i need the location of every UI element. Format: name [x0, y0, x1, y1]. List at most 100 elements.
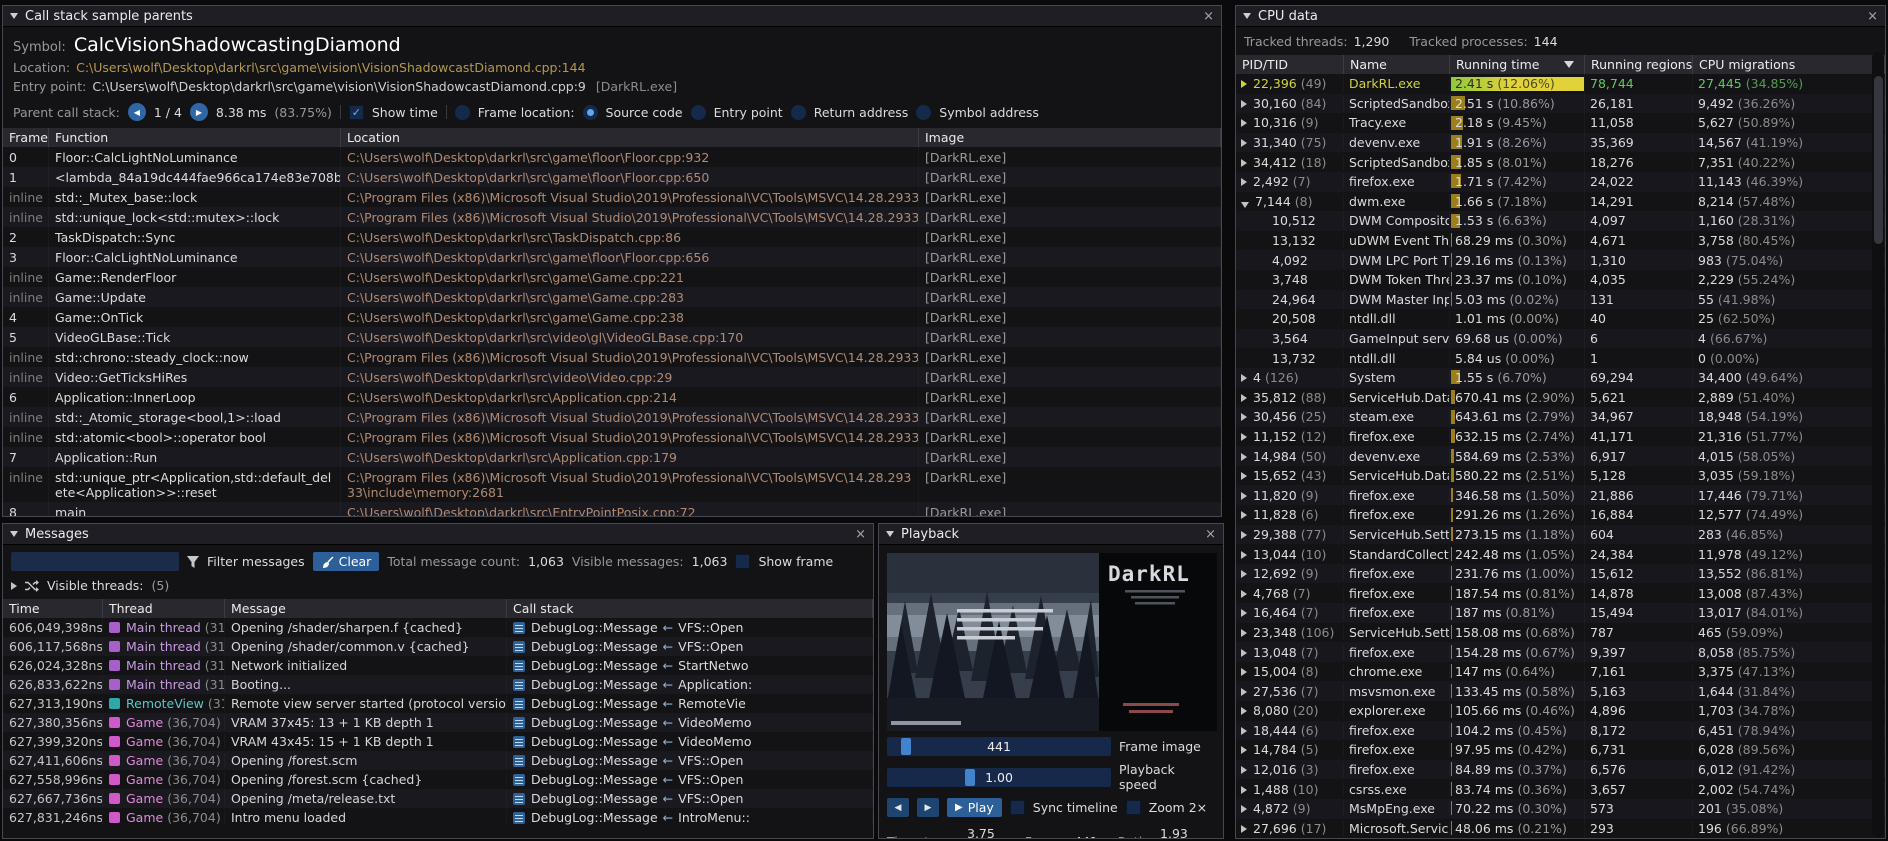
close-icon[interactable]: × — [855, 528, 866, 541]
message-row[interactable]: 627,558,996nsGame(36,704)Opening /forest… — [3, 770, 873, 789]
callstack-cell[interactable]: DebugLog::Message←VFS::Open — [507, 753, 873, 768]
expand-arrow-icon[interactable] — [1241, 727, 1247, 735]
callstack-cell[interactable]: DebugLog::Message←VFS::Open — [507, 639, 873, 654]
cpu-row[interactable]: 30,160(84)ScriptedSandbox64.exe2.51 s(10… — [1236, 94, 1885, 114]
expand-arrow-icon[interactable] — [1241, 531, 1247, 539]
col-pid-tid[interactable]: PID/TID — [1236, 55, 1344, 74]
entry-point-path[interactable]: C:\Users\wolf\Desktop\darkrl\src\game\vi… — [92, 79, 586, 94]
cpu-row[interactable]: 10,316(9)Tracy.exe2.18 s(9.45%)11,0585,6… — [1236, 113, 1885, 133]
expand-arrow-icon[interactable] — [1241, 707, 1247, 715]
filter-input[interactable] — [11, 552, 179, 571]
radio-entry-point[interactable] — [691, 105, 706, 120]
cpu-row[interactable]: 12,692(9)firefox.exe231.76 ms(1.00%)15,6… — [1236, 564, 1885, 584]
expand-arrow-icon[interactable] — [1241, 746, 1247, 754]
collapse-icon[interactable] — [10, 531, 18, 537]
callstack-row[interactable]: inlinestd::atomic<bool>::operator boolC:… — [3, 427, 1221, 447]
expand-arrow-icon[interactable] — [1241, 786, 1247, 794]
expand-arrow-icon[interactable] — [1241, 119, 1247, 127]
expand-arrow-icon[interactable] — [1241, 570, 1247, 578]
cpu-row[interactable]: 24,964DWM Master Input Thread5.03 ms(0.0… — [1236, 290, 1885, 310]
cpu-row[interactable]: 3,564GameInput server69.68 us(0.00%)64(6… — [1236, 329, 1885, 349]
expand-arrow-icon[interactable] — [1241, 100, 1247, 108]
callstack-row[interactable]: inlineGame::UpdateC:\Users\wolf\Desktop\… — [3, 287, 1221, 307]
expand-arrow-icon[interactable] — [1241, 825, 1247, 833]
radio-return-address[interactable] — [791, 105, 806, 120]
callstack-row[interactable]: inlineVideo::GetTicksHiResC:\Users\wolf\… — [3, 367, 1221, 387]
expand-arrow-icon[interactable] — [1241, 159, 1247, 167]
col-function[interactable]: Function — [49, 128, 341, 147]
cpu-row[interactable]: 35,812(88)ServiceHub.DataWarehou670.41 m… — [1236, 388, 1885, 408]
expand-arrow-icon[interactable] — [1241, 80, 1247, 88]
cpu-row[interactable]: 4,872(9)MsMpEng.exe70.22 ms(0.30%)573201… — [1236, 799, 1885, 819]
callstack-cell[interactable]: DebugLog::Message←RemoteVie — [507, 696, 873, 711]
message-row[interactable]: 626,833,622nsMain thread(31,596)Booting.… — [3, 675, 873, 694]
frame-image-slider[interactable]: 441 — [887, 737, 1111, 756]
callstack-row[interactable]: 0Floor::CalcLightNoLuminanceC:\Users\wol… — [3, 147, 1221, 167]
col-frame[interactable]: Frame — [3, 128, 49, 147]
cpu-row[interactable]: 8,080(20)explorer.exe105.66 ms(0.46%)4,8… — [1236, 701, 1885, 721]
callstack-row[interactable]: inlineGame::RenderFloorC:\Users\wolf\Des… — [3, 267, 1221, 287]
expand-arrow-icon[interactable] — [1241, 492, 1247, 500]
close-icon[interactable]: × — [1203, 10, 1214, 23]
cpu-row[interactable]: 29,388(77)ServiceHub.SettingsHost273.15 … — [1236, 525, 1885, 545]
cpu-row[interactable]: 15,004(8)chrome.exe147 ms(0.64%)7,1613,3… — [1236, 662, 1885, 682]
clear-button[interactable]: Clear — [313, 552, 380, 571]
col-image[interactable]: Image — [919, 128, 1221, 147]
expand-arrow-icon[interactable] — [1241, 374, 1247, 382]
message-row[interactable]: 627,399,320nsGame(36,704)VRAM 43x45: 15 … — [3, 732, 873, 751]
callstack-row[interactable]: 6Application::InnerLoopC:\Users\wolf\Des… — [3, 387, 1221, 407]
cpu-row[interactable]: 3,748DWM Token Thread23.37 ms(0.10%)4,03… — [1236, 270, 1885, 290]
callstack-row[interactable]: 5VideoGLBase::TickC:\Users\wolf\Desktop\… — [3, 327, 1221, 347]
message-row[interactable]: 627,667,736nsGame(36,704)Opening /meta/r… — [3, 789, 873, 808]
cpu-row[interactable]: 4,768(7)firefox.exe187.54 ms(0.81%)14,87… — [1236, 583, 1885, 603]
playback-speed-slider[interactable]: 1.00 — [887, 768, 1111, 787]
expand-arrow-icon[interactable] — [1241, 413, 1247, 421]
callstack-row[interactable]: 1<lambda_84a19dc444fae966ca174e83e708bdc… — [3, 167, 1221, 187]
cpu-scrollbar[interactable] — [1872, 52, 1884, 837]
col-thread[interactable]: Thread — [103, 599, 225, 618]
callstack-row[interactable]: 7Application::RunC:\Users\wolf\Desktop\d… — [3, 447, 1221, 467]
cpu-row[interactable]: 4,092DWM LPC Port Thread29.16 ms(0.13%)1… — [1236, 250, 1885, 270]
cpu-row[interactable]: 4(126)System1.55 s(6.70%)69,29434,400(49… — [1236, 368, 1885, 388]
cpu-row[interactable]: 30,456(25)steam.exe643.61 ms(2.79%)34,96… — [1236, 407, 1885, 427]
location-path[interactable]: C:\Users\wolf\Desktop\darkrl\src\game\vi… — [76, 60, 585, 75]
prev-frame-button[interactable]: ◀ — [887, 798, 909, 817]
close-icon[interactable]: × — [1867, 10, 1878, 23]
expand-arrow-icon[interactable] — [1241, 453, 1247, 461]
cpu-row[interactable]: 2,492(7)firefox.exe1.71 s(7.42%)24,02211… — [1236, 172, 1885, 192]
scrollbar-handle[interactable] — [1874, 76, 1883, 244]
col-callstack[interactable]: Call stack — [507, 599, 873, 618]
expand-arrow-icon[interactable] — [1241, 649, 1247, 657]
callstack-row[interactable]: inlinestd::chrono::steady_clock::nowC:\P… — [3, 347, 1221, 367]
col-message[interactable]: Message — [225, 599, 507, 618]
expand-arrow-icon[interactable] — [1241, 433, 1247, 441]
play-button[interactable]: ▶ Play — [947, 798, 1002, 817]
cpu-row[interactable]: 13,132uDWM Event Thread68.29 ms(0.30%)4,… — [1236, 231, 1885, 251]
radio-symbol-address[interactable] — [916, 105, 931, 120]
cpu-row[interactable]: 14,984(50)devenv.exe584.69 ms(2.53%)6,91… — [1236, 446, 1885, 466]
cpu-row[interactable]: 27,696(17)Microsoft.ServiceHub.Co48.06 m… — [1236, 819, 1885, 838]
cpu-row[interactable]: 15,652(43)ServiceHub.DataWarehou580.22 m… — [1236, 466, 1885, 486]
cpu-row[interactable]: 7,144(8)dwm.exe1.66 s(7.18%)14,2918,214(… — [1236, 192, 1885, 212]
zoom-checkbox[interactable] — [1126, 800, 1141, 815]
callstack-cell[interactable]: DebugLog::Message←StartNetwo — [507, 658, 873, 673]
message-row[interactable]: 627,411,606nsGame(36,704)Opening /forest… — [3, 751, 873, 770]
callstack-row[interactable]: inlinestd::_Atomic_storage<bool,1>::load… — [3, 407, 1221, 427]
expand-arrow-icon[interactable] — [1241, 668, 1247, 676]
cpu-row[interactable]: 10,512DWM Compositor Thread1.53 s(6.63%)… — [1236, 211, 1885, 231]
expand-arrow-icon[interactable] — [1241, 551, 1247, 559]
close-icon[interactable]: × — [1205, 528, 1216, 541]
expand-arrow-icon[interactable] — [1241, 629, 1247, 637]
callstack-cell[interactable]: DebugLog::Message←VFS::Open — [507, 620, 873, 635]
show-frame-checkbox[interactable] — [735, 554, 750, 569]
callstack-row[interactable]: 3Floor::CalcLightNoLuminanceC:\Users\wol… — [3, 247, 1221, 267]
expand-arrow-icon[interactable] — [1241, 609, 1247, 617]
expand-arrow-icon[interactable] — [11, 582, 17, 590]
callstack-row[interactable]: inlinestd::unique_ptr<Application,std::d… — [3, 467, 1221, 502]
callstack-row[interactable]: 2TaskDispatch::SyncC:\Users\wolf\Desktop… — [3, 227, 1221, 247]
col-location[interactable]: Location — [341, 128, 919, 147]
callstack-row[interactable]: 4Game::OnTickC:\Users\wolf\Desktop\darkr… — [3, 307, 1221, 327]
cpu-row[interactable]: 16,464(7)firefox.exe187 ms(0.81%)15,4941… — [1236, 603, 1885, 623]
collapse-icon[interactable] — [886, 531, 894, 537]
message-row[interactable]: 606,117,568nsMain thread(31,596)Opening … — [3, 637, 873, 656]
